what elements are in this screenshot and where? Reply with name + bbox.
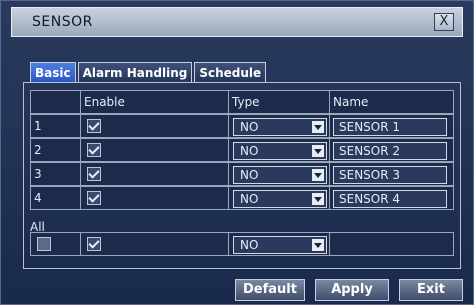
exit-button[interactable]: Exit <box>399 279 463 301</box>
all-row: NO <box>30 232 454 256</box>
enable-cell <box>81 115 229 137</box>
sensor-name-field[interactable]: SENSOR 1 <box>333 118 447 136</box>
type-cell: NO <box>229 115 330 137</box>
type-value: NO <box>240 192 259 206</box>
sensor-name-field[interactable]: SENSOR 3 <box>333 166 447 184</box>
tab-schedule[interactable]: Schedule <box>194 62 267 82</box>
type-cell: NO <box>229 163 330 185</box>
type-value: NO <box>240 144 259 158</box>
dialog-title: SENSOR <box>32 14 93 30</box>
type-cell: NO <box>229 139 330 161</box>
enable-checkbox[interactable] <box>87 119 101 133</box>
row-index: 1 <box>31 115 81 137</box>
type-value: NO <box>240 120 259 134</box>
tab-alarm-handling[interactable]: Alarm Handling <box>77 62 193 82</box>
name-cell <box>330 233 453 255</box>
table-header: Enable Type Name <box>30 90 454 114</box>
title-bar: SENSOR X <box>11 7 463 37</box>
enable-cell <box>81 139 229 161</box>
table-row: 3 NO SENSOR 3 <box>30 162 454 186</box>
table-row: 1 NO SENSOR 1 <box>30 114 454 138</box>
type-cell: NO <box>229 187 330 209</box>
type-value: NO <box>240 238 259 252</box>
dropdown-arrow-icon <box>312 193 324 205</box>
apply-button[interactable]: Apply <box>315 279 389 301</box>
enable-all-checkbox[interactable] <box>87 237 101 251</box>
header-enable: Enable <box>81 91 229 113</box>
enable-cell <box>81 187 229 209</box>
type-select[interactable]: NO <box>233 166 327 184</box>
type-select[interactable]: NO <box>233 118 327 136</box>
select-all-cell <box>31 233 81 255</box>
table-row: 2 NO SENSOR 2 <box>30 138 454 162</box>
enable-checkbox[interactable] <box>87 191 101 205</box>
enable-checkbox[interactable] <box>87 167 101 181</box>
tab-basic[interactable]: Basic <box>30 62 76 82</box>
close-button[interactable]: X <box>434 13 454 31</box>
header-index <box>31 91 81 113</box>
header-type: Type <box>229 91 330 113</box>
all-label: All <box>30 220 45 234</box>
close-icon: X <box>439 14 449 29</box>
type-select[interactable]: NO <box>233 190 327 208</box>
default-button[interactable]: Default <box>235 279 305 301</box>
type-cell: NO <box>229 233 330 255</box>
row-index: 4 <box>31 187 81 209</box>
name-cell: SENSOR 2 <box>330 139 453 161</box>
sensor-name-field[interactable]: SENSOR 2 <box>333 142 447 160</box>
type-select[interactable]: NO <box>233 142 327 160</box>
header-name: Name <box>333 95 369 109</box>
dropdown-arrow-icon <box>312 169 324 181</box>
table-row: 4 NO SENSOR 4 <box>30 186 454 210</box>
dropdown-arrow-icon <box>312 239 324 251</box>
enable-cell <box>81 163 229 185</box>
enable-checkbox[interactable] <box>87 143 101 157</box>
row-index: 2 <box>31 139 81 161</box>
name-cell: SENSOR 1 <box>330 115 453 137</box>
dropdown-arrow-icon <box>312 121 324 133</box>
name-cell: SENSOR 4 <box>330 187 453 209</box>
sensor-dialog: SENSOR X Basic Alarm Handling Schedule E… <box>0 0 474 305</box>
dropdown-arrow-icon <box>312 145 324 157</box>
type-all-select[interactable]: NO <box>233 236 327 254</box>
name-cell: SENSOR 3 <box>330 163 453 185</box>
select-all-checkbox[interactable] <box>37 237 51 251</box>
type-value: NO <box>240 168 259 182</box>
sensor-name-field[interactable]: SENSOR 4 <box>333 190 447 208</box>
enable-cell <box>81 233 229 255</box>
tab-bar: Basic Alarm Handling Schedule <box>30 62 267 82</box>
row-index: 3 <box>31 163 81 185</box>
